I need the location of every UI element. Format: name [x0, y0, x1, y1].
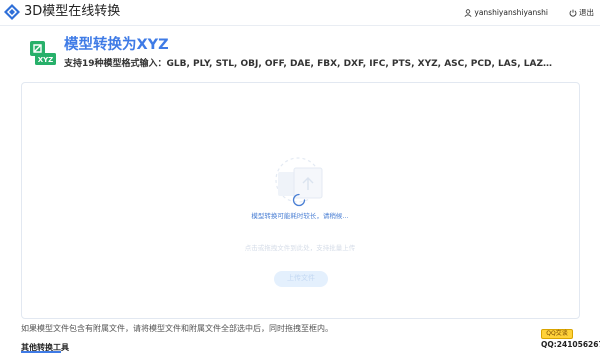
page-title: 模型转换为XYZ — [64, 37, 169, 53]
upload-button[interactable]: 上传文件 — [274, 271, 328, 287]
qq-chat-button[interactable]: QQ交谈 — [541, 329, 573, 339]
supported-formats-text: 支持19种模型格式输入：GLB, PLY, STL, OBJ, OFF, DAE… — [64, 59, 554, 69]
heading-underline — [21, 351, 61, 353]
app-title[interactable]: 3D模型在线转换 — [24, 4, 120, 20]
attachment-note: 如果模型文件包含有附属文件，请将模型文件和附属文件全部选中后，同时拖拽至框内。 — [21, 324, 333, 333]
logout-label: 退出 — [579, 8, 594, 17]
xyz-format-icon: XYZ — [30, 41, 56, 65]
user-menu[interactable]: yanshiyanshiyanshi — [464, 8, 548, 18]
upload-hint: 点击或拖拽文件到此处，支持批量上传 — [244, 244, 356, 252]
logout-icon — [569, 9, 577, 17]
loading-text: 模型转换可能耗时较长，请稍候... — [251, 212, 349, 220]
xyz-badge-text: XYZ — [38, 56, 54, 64]
username: yanshiyanshiyanshi — [474, 8, 548, 17]
qq-number: QQ:2410562671 — [541, 340, 600, 349]
top-bar: 3D模型在线转换 yanshiyanshiyanshi 退出 — [0, 0, 600, 26]
logout-button[interactable]: 退出 — [569, 8, 594, 18]
loading-spinner-icon — [292, 193, 306, 207]
user-icon — [464, 9, 472, 17]
app-logo-icon[interactable] — [4, 4, 20, 20]
